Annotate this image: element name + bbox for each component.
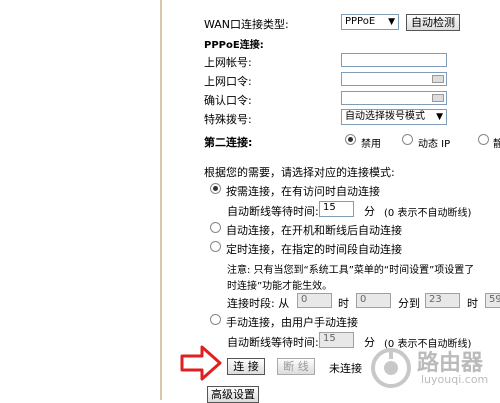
panel-left-border (160, 0, 162, 400)
on-demand-wait-label: 自动断线等待时间: (227, 205, 319, 218)
watermark-subtitle: luyouqi.com (421, 373, 489, 386)
period-end-hour-unit: 时 (467, 297, 478, 310)
auto-connect-label: 自动连接，在开机和断线后自动连接 (226, 224, 402, 237)
on-demand-radio[interactable] (210, 183, 221, 194)
on-demand-unit: 分 (364, 205, 375, 218)
period-start-minute-unit: 分到 (398, 297, 420, 310)
dial-mode-value: 自动选择拨号模式 (345, 111, 425, 122)
disconnect-button[interactable]: 断 线 (277, 358, 315, 375)
wan-type-value: PPPoE (345, 16, 376, 27)
chevron-down-icon: ▼ (388, 17, 395, 27)
auto-connect-radio[interactable] (210, 222, 221, 233)
on-demand-note: (0 表示不自动断线) (384, 208, 472, 219)
timed-note-line-1: 注意: 只有当您到“系统工具”菜单的“时间设置”项设置了 (227, 265, 475, 276)
advanced-settings-button[interactable]: 高级设置 (207, 386, 259, 403)
second-dynamic-ip-label: 动态 IP (418, 139, 451, 150)
dial-mode-label: 特殊拨号: (204, 113, 252, 126)
confirm-password-label: 确认口令: (204, 94, 252, 107)
pppoe-section-label: PPPoE连接: (204, 40, 264, 51)
auto-detect-button[interactable]: 自动检测 (406, 14, 460, 31)
second-disabled-label: 禁用 (361, 139, 381, 150)
second-disabled-radio[interactable] (345, 134, 356, 145)
period-start-hour-input[interactable]: 0 (297, 293, 332, 308)
period-end-hour-input[interactable]: 23 (425, 293, 460, 308)
connect-button[interactable]: 连 接 (227, 358, 265, 375)
account-input[interactable] (341, 53, 447, 67)
second-connection-label: 第二连接: (204, 136, 253, 149)
connection-mode-intro: 根据您的需要，请选择对应的连接模式: (204, 166, 395, 179)
period-start-hour-unit: 时 (338, 297, 349, 310)
password-input[interactable] (341, 72, 447, 86)
connection-status: 未连接 (329, 362, 362, 375)
timed-note-line-2: 时连接”功能才能生效。 (227, 281, 333, 292)
dial-mode-select[interactable]: 自动选择拨号模式 ▼ (341, 109, 447, 125)
keyboard-icon (432, 94, 444, 102)
timed-connect-label: 定时连接，在指定的时间段自动连接 (226, 243, 402, 256)
period-start-minute-input[interactable]: 0 (356, 293, 391, 308)
manual-connect-radio[interactable] (210, 314, 221, 325)
second-static-ip-radio[interactable] (478, 134, 489, 145)
period-label: 连接时段: 从 (227, 297, 290, 310)
second-static-ip-label: 静 (493, 139, 500, 150)
red-arrow-icon (180, 345, 222, 381)
second-dynamic-ip-radio[interactable] (402, 134, 413, 145)
confirm-password-input[interactable] (341, 91, 447, 105)
router-logo-icon (371, 348, 411, 388)
period-end-minute-input[interactable]: 59 (485, 293, 500, 308)
wan-type-select[interactable]: PPPoE ▼ (341, 14, 399, 30)
chevron-down-icon: ▼ (436, 112, 443, 122)
manual-wait-input[interactable]: 15 (319, 332, 354, 348)
on-demand-wait-input[interactable]: 15 (319, 201, 354, 217)
keyboard-icon (432, 75, 444, 83)
on-demand-label: 按需连接，在有访问时自动连接 (226, 185, 380, 198)
password-label: 上网口令: (204, 75, 252, 88)
manual-wait-label: 自动断线等待时间: (227, 336, 319, 349)
timed-connect-radio[interactable] (210, 241, 221, 252)
wan-type-label: WAN口连接类型: (204, 18, 289, 31)
manual-connect-label: 手动连接，由用户手动连接 (226, 316, 358, 329)
account-label: 上网帐号: (204, 56, 252, 69)
pppoe-settings-panel: WAN口连接类型: PPPoE ▼ 自动检测 PPPoE连接: 上网帐号: 上网… (0, 0, 500, 403)
